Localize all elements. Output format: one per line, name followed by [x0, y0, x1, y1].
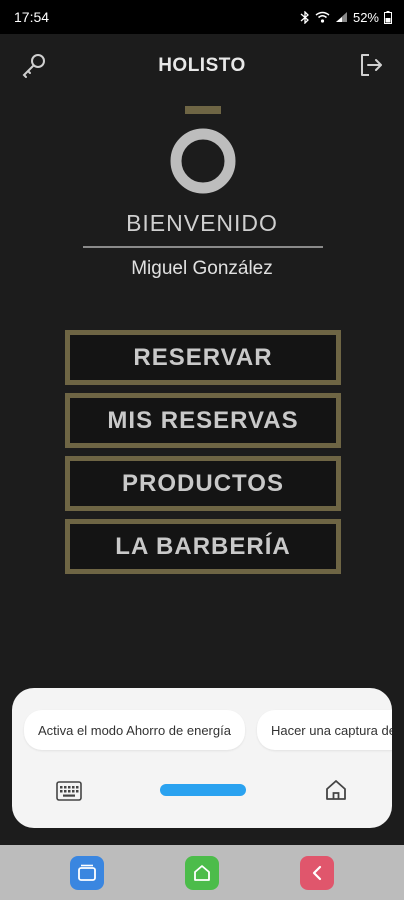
back-icon[interactable]: [300, 855, 334, 890]
system-nav-bar: [0, 845, 404, 900]
reservar-button[interactable]: RESERVAR: [65, 330, 341, 385]
main-menu: RESERVAR MIS RESERVAS PRODUCTOS LA BARBE…: [65, 330, 341, 582]
wifi-icon: [315, 11, 330, 23]
app-bar: HOLISTO: [0, 34, 404, 98]
status-time: 17:54: [14, 9, 50, 25]
home-icon[interactable]: [185, 855, 219, 890]
home-icon[interactable]: [324, 778, 348, 807]
productos-button[interactable]: PRODUCTOS: [65, 456, 341, 511]
welcome-heading: BIENVENIDO: [126, 210, 278, 236]
key-icon[interactable]: [20, 52, 48, 85]
recent-apps-icon[interactable]: [70, 855, 104, 890]
divider: [83, 246, 323, 248]
holisto-logo: [170, 106, 236, 194]
status-bar: 17:54 52%: [0, 0, 404, 34]
signal-icon: [335, 12, 347, 22]
status-icons: 52%: [300, 10, 392, 25]
suggestion-chips: Activa el modo Ahorro de energía Hacer u…: [24, 710, 392, 750]
keyboard-icon[interactable]: [56, 781, 82, 806]
logout-icon[interactable]: [358, 52, 384, 83]
user-name: Miguel González: [131, 258, 273, 279]
suggestion-chip[interactable]: Activa el modo Ahorro de energía: [24, 710, 245, 750]
mis-reservas-button[interactable]: MIS RESERVAS: [65, 393, 341, 448]
la-barberia-button[interactable]: LA BARBERÍA: [65, 519, 341, 574]
drag-handle[interactable]: [160, 784, 246, 796]
battery-icon: [384, 10, 392, 24]
battery-percentage: 52%: [352, 9, 379, 25]
suggestion-chip[interactable]: Hacer una captura de pantalla: [256, 710, 392, 750]
suggestion-panel: Activa el modo Ahorro de energía Hacer u…: [12, 688, 392, 828]
bluetooth-icon: [300, 10, 309, 24]
app-title: HOLISTO: [158, 55, 246, 76]
screen: 17:54 52% HOLISTO BIENVENIDO Miguel Gonz…: [0, 0, 404, 900]
